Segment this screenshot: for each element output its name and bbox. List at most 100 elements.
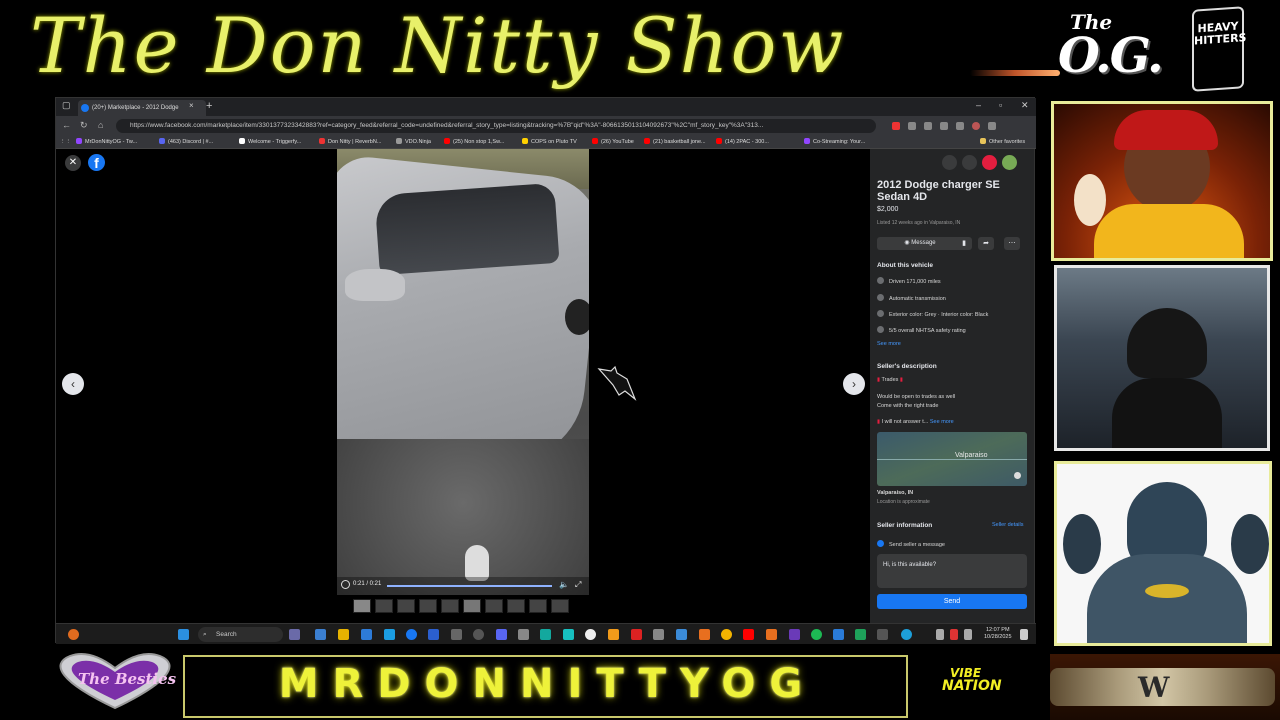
refresh-icon[interactable]: ↻: [80, 120, 88, 131]
extension-icon[interactable]: [892, 122, 900, 130]
taskbar-app-icon[interactable]: [699, 629, 710, 640]
next-arrow-icon[interactable]: ›: [843, 373, 865, 395]
bookmark-item[interactable]: MrDonNittyOG - Tw...: [76, 137, 137, 148]
minimize-icon[interactable]: –: [976, 100, 981, 110]
back-icon[interactable]: ←: [62, 120, 71, 130]
taskbar-app-icon[interactable]: [563, 629, 574, 640]
bookmark-item[interactable]: (463) Discord | #...: [159, 137, 213, 148]
taskbar-app-icon[interactable]: [384, 629, 395, 640]
tray-icon[interactable]: [936, 629, 944, 640]
spotify-icon[interactable]: [811, 629, 822, 640]
play-icon[interactable]: [341, 580, 350, 589]
maximize-icon[interactable]: ▫: [999, 100, 1002, 110]
map-info-icon[interactable]: [1014, 472, 1021, 479]
taskbar-app-icon[interactable]: [289, 629, 300, 640]
taskbar-app-icon[interactable]: [631, 629, 642, 640]
home-icon[interactable]: ⌂: [98, 120, 103, 130]
taskbar-app-icon[interactable]: [473, 629, 484, 640]
message-button[interactable]: ◉ Message: [877, 237, 963, 250]
bookmark-folder[interactable]: Other favorites: [980, 137, 1025, 148]
edge-icon[interactable]: [901, 629, 912, 640]
previous-arrow-icon[interactable]: ‹: [62, 373, 84, 395]
volume-icon[interactable]: 🔈: [559, 580, 569, 589]
bookmark-apps-icon[interactable]: ⋮⋮: [60, 137, 71, 148]
send-button[interactable]: Send: [877, 594, 1027, 609]
save-icon[interactable]: ▮: [956, 237, 972, 250]
messenger-icon[interactable]: [962, 155, 977, 170]
more-options-icon[interactable]: ⋯: [1004, 237, 1020, 250]
see-more-link[interactable]: See more: [877, 341, 901, 347]
taskbar-app-icon[interactable]: [766, 629, 777, 640]
weather-icon[interactable]: [68, 629, 79, 640]
taskbar-app-icon[interactable]: [451, 629, 462, 640]
taskbar-app-icon[interactable]: [540, 629, 551, 640]
thumbnail[interactable]: [507, 599, 525, 613]
close-window-icon[interactable]: ✕: [1021, 100, 1029, 111]
bookmark-item[interactable]: VDO.Ninja: [396, 137, 431, 148]
bookmark-item[interactable]: COPS on Pluto TV: [522, 137, 577, 148]
file-explorer-icon[interactable]: [338, 629, 349, 640]
thumbnail[interactable]: [485, 599, 503, 613]
menu-icon[interactable]: [988, 122, 996, 130]
fullscreen-icon[interactable]: ⤢: [575, 580, 581, 590]
menu-grid-icon[interactable]: [942, 155, 957, 170]
notification-icon[interactable]: [1020, 629, 1028, 640]
extension-icon[interactable]: [924, 122, 932, 130]
taskbar-app-icon[interactable]: [653, 629, 664, 640]
profile-icon[interactable]: [972, 122, 980, 130]
thumbnail[interactable]: [463, 599, 481, 613]
taskbar-app-icon[interactable]: [315, 629, 326, 640]
bookmark-item[interactable]: (21) basketball jone...: [644, 137, 706, 148]
new-tab-button[interactable]: +: [206, 100, 212, 112]
discord-icon[interactable]: [496, 629, 507, 640]
extension-icon[interactable]: [956, 122, 964, 130]
tab-close-icon[interactable]: ×: [189, 101, 194, 110]
taskbar-app-icon[interactable]: [608, 629, 619, 640]
taskbar-clock[interactable]: 12:07 PM 10/28/2025: [984, 627, 1012, 641]
close-viewer-button[interactable]: ✕: [65, 155, 81, 171]
browser-tab[interactable]: (20+) Marketplace - 2012 Dodge: [78, 100, 206, 116]
extension-icon[interactable]: [940, 122, 948, 130]
address-bar[interactable]: https://www.facebook.com/marketplace/ite…: [116, 119, 876, 133]
taskbar-app-icon[interactable]: [789, 629, 800, 640]
extension-icon[interactable]: [908, 122, 916, 130]
bookmark-item[interactable]: (26) YouTube: [592, 137, 634, 148]
facebook-logo-icon[interactable]: f: [88, 154, 105, 171]
description-see-more-link[interactable]: See more: [930, 419, 954, 425]
tray-icon[interactable]: [964, 629, 972, 640]
video-progress-bar[interactable]: [387, 585, 552, 587]
bookmark-item[interactable]: Welcome - Triggerfy...: [239, 137, 301, 148]
tray-icon[interactable]: [950, 629, 958, 640]
taskbar-app-icon[interactable]: [428, 629, 439, 640]
taskbar-app-icon[interactable]: [877, 629, 888, 640]
taskbar-app-icon[interactable]: [855, 629, 866, 640]
taskbar-app-icon[interactable]: [676, 629, 687, 640]
thumbnail[interactable]: [551, 599, 569, 613]
listing-video[interactable]: [337, 149, 589, 595]
taskbar-app-icon[interactable]: [833, 629, 844, 640]
chrome-icon[interactable]: [721, 629, 732, 640]
bookmark-item[interactable]: (25) Non stop 1,Sw...: [444, 137, 504, 148]
bookmark-item[interactable]: Co-Streaming: Your...: [804, 137, 865, 148]
bookmark-item[interactable]: Don Nitty | ReverbN...: [319, 137, 381, 148]
thumbnail[interactable]: [441, 599, 459, 613]
share-icon[interactable]: ➦: [978, 237, 994, 250]
taskbar-app-icon[interactable]: [406, 629, 417, 640]
location-map[interactable]: Valparaiso: [877, 432, 1027, 486]
account-avatar[interactable]: [1002, 155, 1017, 170]
taskbar-app-icon[interactable]: [585, 629, 596, 640]
thumbnail[interactable]: [397, 599, 415, 613]
window-menu-icon[interactable]: ▢: [62, 100, 71, 111]
youtube-icon[interactable]: [743, 629, 754, 640]
thumbnail[interactable]: [529, 599, 547, 613]
thumbnail[interactable]: [375, 599, 393, 613]
taskbar-search[interactable]: ⌕ Search: [198, 627, 283, 642]
seller-details-link[interactable]: Seller details: [992, 522, 1024, 528]
taskbar-app-icon[interactable]: [518, 629, 529, 640]
taskbar-app-icon[interactable]: [361, 629, 372, 640]
start-icon[interactable]: [178, 629, 189, 640]
thumbnail[interactable]: [353, 599, 371, 613]
notifications-icon[interactable]: [982, 155, 997, 170]
bookmark-item[interactable]: (14) 2PAC - 300...: [716, 137, 769, 148]
message-input[interactable]: Hi, is this available?: [877, 554, 1027, 588]
